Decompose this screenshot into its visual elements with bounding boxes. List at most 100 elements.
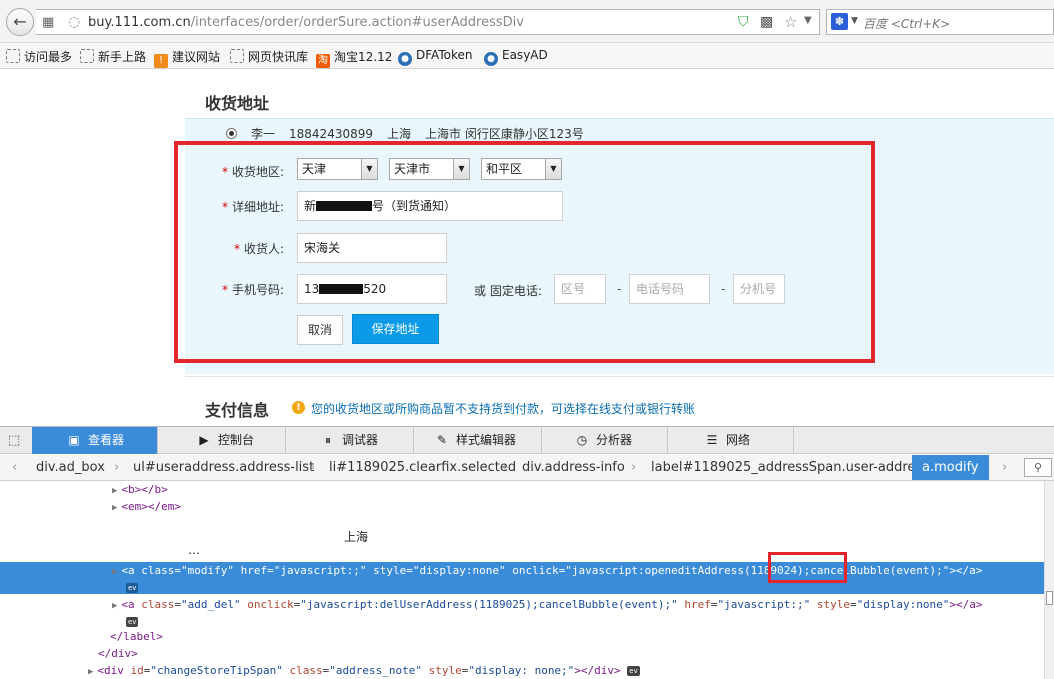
- chevron-down-icon[interactable]: ▼: [851, 16, 858, 26]
- district-select[interactable]: 和平区 ▼: [481, 158, 562, 180]
- tab-debugger[interactable]: ⏸ 调试器: [286, 427, 414, 454]
- globe-icon: ◌: [68, 14, 81, 30]
- address-section-title: 收货地址: [205, 94, 270, 113]
- browser-toolbar: ← ▦ ◌ buy.111.com.cn/interfaces/order/or…: [0, 0, 1054, 43]
- save-address-button[interactable]: 保存地址: [352, 314, 439, 344]
- network-icon: ☰: [706, 433, 718, 447]
- tab-profiler[interactable]: ◷ 分析器: [542, 427, 668, 454]
- chevron-down-icon[interactable]: ▼: [804, 15, 812, 26]
- bookmark-web-slice[interactable]: 网页快讯库: [230, 48, 308, 65]
- devtools-toolbar: ⬚ ▣ 查看器 ▶ 控制台 ⏸ 调试器 ✎ 样式编辑器 ◷ 分析器 ☰ 网络: [0, 426, 1054, 454]
- breadcrumb-item[interactable]: div.ad_box: [36, 455, 105, 480]
- folder-icon: [230, 49, 244, 63]
- breadcrumb-item[interactable]: div.address-info: [522, 455, 625, 480]
- code-line[interactable]: ▶ <a class="add_del" onclick="javascript:…: [0, 596, 1044, 628]
- chevron-down-icon: ▼: [545, 159, 561, 179]
- cancel-button[interactable]: 取消: [297, 315, 343, 345]
- breadcrumb: ‹ div.ad_box › ul#useraddress.address-li…: [0, 455, 1054, 481]
- breadcrumb-item-active[interactable]: a.modify: [912, 455, 989, 480]
- breadcrumb-item[interactable]: ul#useraddress.address-list: [133, 455, 314, 480]
- suggested-sites-icon: !: [154, 54, 168, 68]
- console-icon: ▶: [199, 433, 209, 447]
- city-select[interactable]: 天津市 ▼: [389, 158, 470, 180]
- section-divider: [185, 376, 1054, 377]
- code-line[interactable]: …: [0, 542, 1044, 559]
- web-page: 收货地址 李一 18842430899 上海 上海市 闵行区康静小区123号 * 收货地…: [0, 70, 1054, 426]
- separator-dash: -: [721, 282, 726, 296]
- redaction-mark: [316, 201, 373, 211]
- event-badge[interactable]: ev: [627, 666, 640, 676]
- bookmark-taobao[interactable]: 淘淘宝12.12: [316, 48, 392, 68]
- detail-address-label: * 详细地址:: [222, 200, 285, 214]
- folder-icon: [80, 49, 94, 63]
- tab-network[interactable]: ☰ 网络: [668, 427, 794, 454]
- redaction-mark: [319, 284, 364, 294]
- code-line-selected[interactable]: ▶ <a class="modify" href="javascript:;" s…: [0, 562, 1044, 594]
- bookmark-getting-started[interactable]: 新手上路: [80, 48, 146, 65]
- breadcrumb-item[interactable]: label#1189025_addressSpan.user-address: [651, 455, 929, 480]
- inspector-icon: ▣: [68, 433, 80, 447]
- chevron-down-icon: ▼: [361, 159, 377, 179]
- scrollbar[interactable]: [1044, 481, 1054, 679]
- chevron-right-icon: ›: [503, 460, 509, 475]
- back-button[interactable]: ←: [6, 8, 34, 36]
- event-badge[interactable]: ev: [126, 617, 139, 627]
- bookmark-easyad[interactable]: ● EasyAD: [484, 48, 548, 66]
- region-label: * 收货地区:: [222, 165, 285, 179]
- bookmark-most-visited[interactable]: 访问最多: [6, 48, 72, 65]
- clock-icon: ◷: [576, 433, 588, 447]
- mobile-input[interactable]: 13 520: [297, 274, 447, 304]
- scrollbar-thumb[interactable]: [1046, 591, 1053, 605]
- chevron-left-icon[interactable]: ‹: [12, 455, 17, 480]
- selected-address[interactable]: 李一 18842430899 上海 上海市 闵行区康静小区123号: [226, 125, 598, 142]
- receiver-input[interactable]: 宋海关: [297, 233, 447, 263]
- globe-icon: ●: [484, 52, 498, 66]
- star-icon[interactable]: ☆: [784, 13, 797, 31]
- chevron-right-icon[interactable]: ›: [1002, 455, 1007, 480]
- code-line[interactable]: ▶ <b></b>: [0, 481, 1044, 498]
- bookmark-dfatoken[interactable]: ● DFAToken: [398, 48, 472, 66]
- phone-number-input[interactable]: 电话号码: [629, 274, 710, 304]
- receiver-label: * 收货人:: [234, 242, 285, 256]
- address-radio[interactable]: [226, 128, 237, 139]
- province-select[interactable]: 天津 ▼: [297, 158, 378, 180]
- url-bar[interactable]: ▦ ◌ buy.111.com.cn/interfaces/order/orde…: [36, 9, 820, 35]
- qr-code-icon[interactable]: ▩: [760, 14, 773, 30]
- search-placeholder[interactable]: 百度 <Ctrl+K>: [863, 15, 950, 32]
- tab-inspector[interactable]: ▣ 查看器: [32, 427, 158, 454]
- tab-console[interactable]: ▶ 控制台: [158, 427, 286, 454]
- search-icon[interactable]: ⚲: [1024, 458, 1052, 477]
- back-arrow-icon: ←: [13, 12, 27, 31]
- detail-address-input[interactable]: 新号（到货通知）: [297, 191, 563, 221]
- breadcrumb-item[interactable]: li#1189025.clearfix.selected: [329, 455, 516, 480]
- separator-dash: -: [617, 282, 622, 296]
- shield-icon[interactable]: ⛉: [738, 14, 749, 30]
- mobile-label: * 手机号码:: [222, 283, 285, 297]
- pencil-icon: ✎: [436, 433, 448, 447]
- element-picker-icon[interactable]: ⬚: [8, 433, 20, 448]
- globe-icon: ●: [398, 52, 412, 66]
- code-line[interactable]: ▶ <div id="changeStoreTipSpan" class="add…: [0, 662, 1044, 679]
- payment-notice: 您的收货地区或所购商品暂不支持货到付款，可选择在线支付或银行转账: [311, 402, 696, 416]
- url-text[interactable]: buy.111.com.cn/interfaces/order/orderSur…: [88, 15, 524, 30]
- search-bar[interactable]: ✽ ▼ 百度 <Ctrl+K>: [826, 9, 1054, 35]
- code-line[interactable]: </label>: [0, 628, 1044, 645]
- code-line[interactable]: </div>: [0, 645, 1044, 662]
- highlight-box-code: [768, 552, 847, 583]
- pause-icon: ⏸: [324, 433, 331, 447]
- baidu-paw-icon[interactable]: ✽: [831, 13, 848, 30]
- chevron-down-icon: ▼: [453, 159, 469, 179]
- bookmark-suggested-sites[interactable]: ! 建议网站: [154, 48, 220, 68]
- chevron-right-icon: ›: [114, 460, 120, 475]
- chevron-right-icon: ›: [310, 460, 316, 475]
- folder-icon: [6, 49, 20, 63]
- warning-icon: !: [292, 401, 305, 414]
- event-badge[interactable]: ev: [126, 583, 139, 593]
- taobao-icon: 淘: [316, 54, 330, 68]
- code-line[interactable]: ▶ <em></em>: [0, 498, 1044, 515]
- bookmarks-bar: 访问最多 新手上路 ! 建议网站 网页快讯库 淘淘宝12.12 ● DFAToken…: [0, 43, 1054, 69]
- extension-input[interactable]: 分机号: [733, 274, 785, 304]
- grid-icon[interactable]: ▦: [42, 15, 54, 30]
- tab-style-editor[interactable]: ✎ 样式编辑器: [414, 427, 542, 454]
- area-code-input[interactable]: 区号: [554, 274, 606, 304]
